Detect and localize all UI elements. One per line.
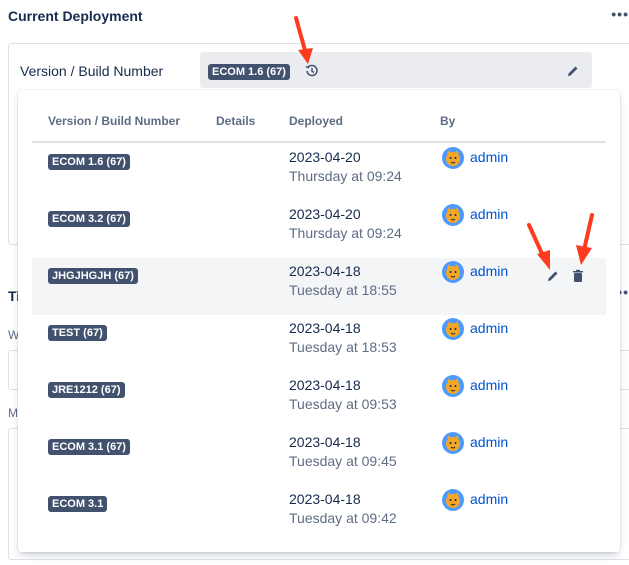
annotation-arrow: [527, 223, 550, 270]
deploy-date: 2023-04-18: [289, 263, 361, 279]
user-link[interactable]: admin: [470, 491, 508, 507]
user-link[interactable]: admin: [470, 320, 508, 336]
version-lozenge: JHGJHGJH (67): [48, 268, 138, 284]
annotation-arrow: [576, 213, 594, 265]
version-lozenge: ECOM 1.6 (67): [48, 154, 130, 170]
avatar-icon[interactable]: [442, 432, 464, 454]
column-header-deployed[interactable]: Deployed: [289, 114, 343, 128]
deploy-time: Thursday at 09:24: [289, 168, 402, 184]
deploy-time: Tuesday at 09:42: [289, 510, 397, 526]
deploy-time: Tuesday at 18:53: [289, 339, 397, 355]
user-link[interactable]: admin: [470, 149, 508, 165]
user-link[interactable]: admin: [470, 377, 508, 393]
avatar-icon[interactable]: [442, 489, 464, 511]
history-row[interactable]: ECOM 3.1 (67) 2023-04-18 Tuesday at 09:45 a…: [32, 429, 606, 486]
version-lozenge: TEST (67): [48, 325, 107, 341]
header-divider: [32, 141, 606, 143]
user-link[interactable]: admin: [470, 263, 508, 279]
deploy-date: 2023-04-18: [289, 377, 361, 393]
column-header-by[interactable]: By: [440, 114, 455, 128]
deploy-date: 2023-04-18: [289, 320, 361, 336]
deploy-date: 2023-04-18: [289, 491, 361, 507]
version-lozenge: ECOM 3.2 (67): [48, 211, 130, 227]
section-title: Current Deployment: [8, 8, 143, 24]
avatar-icon[interactable]: [442, 375, 464, 397]
deploy-time: Tuesday at 09:45: [289, 453, 397, 469]
annotation-arrow: [294, 16, 313, 64]
deploy-time: Tuesday at 18:55: [289, 282, 397, 298]
avatar-icon[interactable]: [442, 147, 464, 169]
version-field[interactable]: ECOM 1.6 (67): [200, 52, 592, 88]
deploy-date: 2023-04-20: [289, 206, 361, 222]
deploy-time: Thursday at 09:24: [289, 225, 402, 241]
deploy-time: Tuesday at 09:53: [289, 396, 397, 412]
history-row[interactable]: ECOM 3.2 (67) 2023-04-20 Thursday at 09:24…: [32, 201, 606, 258]
more-actions-button[interactable]: •••: [611, 6, 629, 22]
column-header-details[interactable]: Details: [216, 114, 255, 128]
user-link[interactable]: admin: [470, 206, 508, 222]
version-lozenge: ECOM 3.1: [48, 496, 108, 512]
column-header-version[interactable]: Version / Build Number: [48, 114, 180, 128]
avatar-icon[interactable]: [442, 261, 464, 283]
deploy-date: 2023-04-20: [289, 149, 361, 165]
deployment-history-popup: Version / Build Number Details Deployed …: [18, 90, 620, 552]
history-row[interactable]: ECOM 1.6 (67) 2023-04-20 Thursday at 09:24…: [32, 144, 606, 201]
avatar-icon[interactable]: [442, 204, 464, 226]
background-label-fragment-2: M: [8, 406, 18, 420]
deploy-date: 2023-04-18: [289, 434, 361, 450]
history-row[interactable]: ECOM 3.1 2023-04-18 Tuesday at 09:42 admin: [32, 486, 606, 543]
pencil-icon[interactable]: [566, 64, 580, 78]
version-lozenge: JRE1212 (67): [48, 382, 125, 398]
field-label: Version / Build Number: [20, 63, 164, 79]
history-row[interactable]: JRE1212 (67) 2023-04-18 Tuesday at 09:53 ad…: [32, 372, 606, 429]
avatar-icon[interactable]: [442, 318, 464, 340]
history-row[interactable]: JHGJHGJH (67) 2023-04-18 Tuesday at 18:55 a…: [32, 258, 606, 315]
current-version-lozenge: ECOM 1.6 (67): [208, 64, 290, 80]
version-lozenge: ECOM 3.1 (67): [48, 439, 130, 455]
history-row[interactable]: TEST (67) 2023-04-18 Tuesday at 18:53 admin: [32, 315, 606, 372]
user-link[interactable]: admin: [470, 434, 508, 450]
